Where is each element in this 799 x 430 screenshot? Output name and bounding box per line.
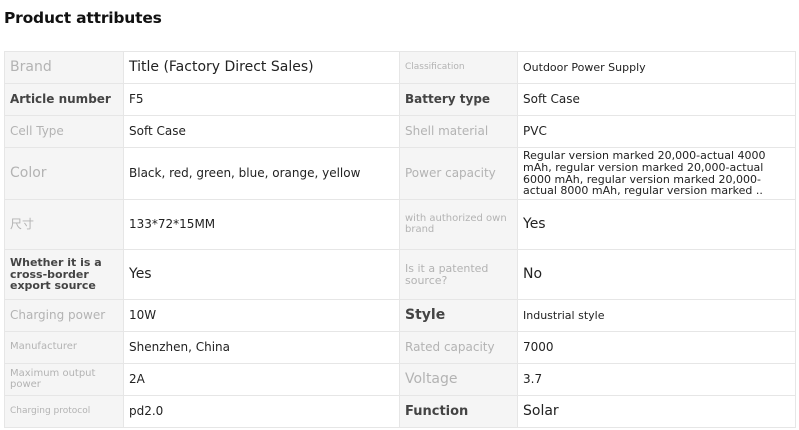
table-row: Manufacturer Shenzhen, China Rated capac… [4,331,796,364]
attr-value-shell-material: PVC [517,115,796,148]
table-row: Cell Type Soft Case Shell material PVC [4,115,796,148]
attr-label-size: 尺寸 [4,199,124,250]
table-row: Charging protocol pd2.0 Function Solar [4,395,796,428]
table-row: Charging power 10W Style Industrial styl… [4,299,796,332]
attr-value-style: Industrial style [517,299,796,332]
table-row: Whether it is a cross-border export sour… [4,249,796,300]
attr-label-authorized-brand: with authorized own brand [399,199,518,250]
attr-label-color: Color [4,147,124,200]
attr-label-article-number: Article number [4,83,124,116]
attr-value-cross-border: Yes [123,249,400,300]
attr-label-classification: Classification [399,51,518,84]
attr-value-voltage: 3.7 [517,363,796,396]
table-row: Article number F5 Battery type Soft Case [4,83,796,116]
attr-label-style: Style [399,299,518,332]
table-row: Maximum output power 2A Voltage 3.7 [4,363,796,396]
table-row: Color Black, red, green, blue, orange, y… [4,147,796,200]
attr-label-function: Function [399,395,518,428]
attr-label-charging-protocol: Charging protocol [4,395,124,428]
attr-value-battery-type: Soft Case [517,83,796,116]
section-heading: Product attributes [4,9,162,27]
attr-label-shell-material: Shell material [399,115,518,148]
table-row: 尺寸 133*72*15MM with authorized own brand… [4,199,796,250]
attr-value-charging-power: 10W [123,299,400,332]
attr-value-power-capacity: Regular version marked 20,000-actual 400… [517,147,796,200]
attr-value-max-output-power: 2A [123,363,400,396]
attr-value-color: Black, red, green, blue, orange, yellow [123,147,400,200]
attr-label-cross-border: Whether it is a cross-border export sour… [4,249,124,300]
attr-value-classification: Outdoor Power Supply [517,51,796,84]
attr-value-size: 133*72*15MM [123,199,400,250]
attr-label-cell-type: Cell Type [4,115,124,148]
attr-value-cell-type: Soft Case [123,115,400,148]
attr-label-power-capacity: Power capacity [399,147,518,200]
attr-label-manufacturer: Manufacturer [4,331,124,364]
attr-label-rated-capacity: Rated capacity [399,331,518,364]
attr-label-voltage: Voltage [399,363,518,396]
attr-value-patented: No [517,249,796,300]
attr-label-patented: Is it a patented source? [399,249,518,300]
attr-value-charging-protocol: pd2.0 [123,395,400,428]
table-row: Brand Title (Factory Direct Sales) Class… [4,51,796,84]
attr-label-battery-type: Battery type [399,83,518,116]
attr-label-max-output-power: Maximum output power [4,363,124,396]
product-attributes-table: Brand Title (Factory Direct Sales) Class… [4,51,796,428]
attr-value-manufacturer: Shenzhen, China [123,331,400,364]
attr-label-brand: Brand [4,51,124,84]
attr-value-rated-capacity: 7000 [517,331,796,364]
attr-value-function: Solar [517,395,796,428]
attr-value-authorized-brand: Yes [517,199,796,250]
attr-value-article-number: F5 [123,83,400,116]
attr-value-brand: Title (Factory Direct Sales) [123,51,400,84]
attr-label-charging-power: Charging power [4,299,124,332]
